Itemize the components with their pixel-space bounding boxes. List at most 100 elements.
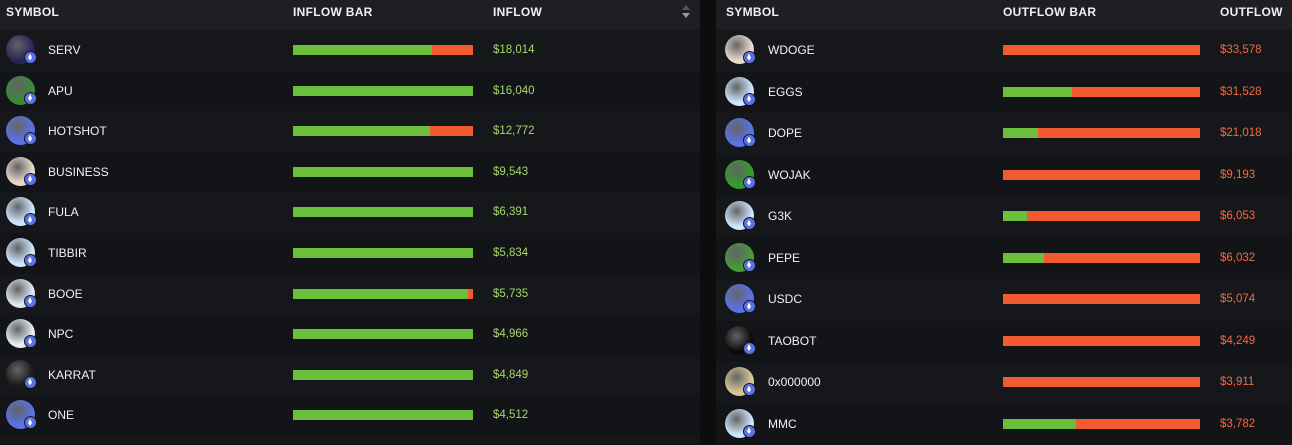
flow-bar-outflow-segment	[1003, 45, 1200, 55]
flow-bar	[1003, 211, 1200, 221]
inflow-value: $16,040	[493, 85, 535, 97]
flow-bar-outflow-segment	[1072, 87, 1200, 97]
table-row[interactable]: SERV$18,014	[0, 30, 700, 71]
flow-bar-inflow-segment	[1003, 211, 1027, 221]
flow-bar-inflow-segment	[293, 86, 473, 96]
table-row[interactable]: MMC$3,782	[716, 404, 1292, 445]
table-row[interactable]: TAOBOT $4,249	[716, 321, 1292, 363]
token-symbol[interactable]: G3K	[768, 209, 792, 223]
token-symbol[interactable]: BOOE	[48, 287, 83, 301]
table-row[interactable]: HOTSHOT $12,772	[0, 111, 700, 152]
flow-bar	[1003, 170, 1200, 180]
token-symbol[interactable]: DOPE	[768, 126, 802, 140]
table-row[interactable]: 0x000000$3,911	[716, 362, 1292, 404]
table-row[interactable]: DOPE$21,018	[716, 113, 1292, 155]
sort-arrows-icon[interactable]	[682, 4, 692, 22]
table-row[interactable]: APU $16,040	[0, 71, 700, 112]
flow-bar-outflow-segment	[430, 126, 473, 136]
token-symbol[interactable]: EGGS	[768, 85, 803, 99]
token-symbol[interactable]: WDOGE	[768, 43, 815, 57]
flow-bar-inflow-segment	[293, 289, 468, 299]
token-symbol[interactable]: KARRAT	[48, 368, 96, 382]
outflow-value: $5,074	[1220, 293, 1255, 305]
flow-bar	[293, 289, 473, 299]
col-symbol-header[interactable]: SYMBOL	[6, 5, 59, 19]
flow-bar-inflow-segment	[293, 207, 473, 217]
token-symbol[interactable]: MMC	[768, 417, 797, 431]
token-symbol[interactable]: PEPE	[768, 251, 800, 265]
table-row[interactable]: BUSINESS$9,543	[0, 152, 700, 193]
token-symbol[interactable]: TIBBIR	[48, 246, 87, 260]
inflow-value: $12,772	[493, 125, 535, 137]
table-row[interactable]: G3K $6,053	[716, 196, 1292, 238]
flow-bar	[1003, 294, 1200, 304]
token-symbol[interactable]: USDC	[768, 292, 802, 306]
token-symbol[interactable]: FULA	[48, 205, 79, 219]
ethereum-chain-badge-icon	[743, 342, 756, 355]
token-symbol[interactable]: 0x000000	[768, 375, 821, 389]
table-row[interactable]: PEPE $6,032	[716, 238, 1292, 280]
table-row[interactable]: USDC $5,074	[716, 279, 1292, 321]
col-outflow-bar-header[interactable]: OUTFLOW BAR	[1003, 5, 1096, 19]
flow-bar-outflow-segment	[1003, 377, 1200, 387]
inflow-rows: SERV$18,014 APU $16,040 HOTSHOT $12,772 BUSIN…	[0, 30, 700, 436]
ethereum-chain-badge-icon	[24, 213, 37, 226]
flow-bar	[1003, 336, 1200, 346]
ethereum-chain-badge-icon	[24, 376, 37, 389]
token-symbol[interactable]: SERV	[48, 43, 80, 57]
ethereum-chain-badge-icon	[24, 416, 37, 429]
col-symbol-header[interactable]: SYMBOL	[726, 5, 779, 19]
flow-bar-inflow-segment	[1003, 87, 1072, 97]
col-inflow-bar-header[interactable]: INFLOW BAR	[293, 5, 373, 19]
token-symbol[interactable]: TAOBOT	[768, 334, 816, 348]
token-symbol[interactable]: APU	[48, 84, 73, 98]
ethereum-chain-badge-icon	[743, 425, 756, 438]
table-row[interactable]: EGGS$31,528	[716, 72, 1292, 114]
flow-bar	[293, 329, 473, 339]
flow-bar	[293, 207, 473, 217]
flow-bar	[293, 45, 473, 55]
flow-bar-inflow-segment	[293, 167, 473, 177]
flow-bar-inflow-segment	[1003, 128, 1038, 138]
flow-bar	[293, 167, 473, 177]
flow-bar-inflow-segment	[293, 45, 432, 55]
outflow-value: $6,032	[1220, 252, 1255, 264]
ethereum-chain-badge-icon	[743, 93, 756, 106]
ethereum-chain-badge-icon	[24, 92, 37, 105]
token-symbol[interactable]: HOTSHOT	[48, 124, 107, 138]
flow-bar-outflow-segment	[1076, 419, 1200, 429]
table-row[interactable]: TIBBIR $5,834	[0, 233, 700, 274]
outflow-value: $6,053	[1220, 210, 1255, 222]
ethereum-chain-badge-icon	[743, 176, 756, 189]
flow-bar-inflow-segment	[293, 410, 473, 420]
flow-bar-outflow-segment	[468, 289, 473, 299]
flow-bar	[1003, 419, 1200, 429]
token-symbol[interactable]: WOJAK	[768, 168, 811, 182]
outflow-value: $33,578	[1220, 44, 1262, 56]
table-row[interactable]: WOJAK$9,193	[716, 155, 1292, 197]
inflow-value: $5,834	[493, 247, 528, 259]
token-symbol[interactable]: ONE	[48, 408, 74, 422]
col-inflow-header[interactable]: INFLOW	[493, 5, 542, 19]
ethereum-chain-badge-icon	[24, 51, 37, 64]
token-symbol[interactable]: BUSINESS	[48, 165, 109, 179]
inflow-table-header: SYMBOL INFLOW BAR INFLOW	[0, 0, 700, 30]
table-row[interactable]: ONE$4,512	[0, 395, 700, 436]
flow-bar	[293, 248, 473, 258]
ethereum-chain-badge-icon	[24, 132, 37, 145]
table-row[interactable]: FULA $6,391	[0, 192, 700, 233]
outflow-rows: WDOGE$33,578EGGS$31,528DOPE$21,018WOJAK$…	[716, 30, 1292, 445]
flow-bar	[1003, 253, 1200, 263]
table-row[interactable]: KARRAT$4,849	[0, 355, 700, 396]
flow-bar-inflow-segment	[293, 370, 473, 380]
flow-bar	[1003, 87, 1200, 97]
outflow-table-header: SYMBOL OUTFLOW BAR OUTFLOW	[716, 0, 1292, 30]
inflow-value: $6,391	[493, 206, 528, 218]
col-outflow-header[interactable]: OUTFLOW	[1220, 5, 1283, 19]
outflow-value: $4,249	[1220, 335, 1255, 347]
flow-bar-outflow-segment	[1003, 336, 1200, 346]
table-row[interactable]: WDOGE $33,578	[716, 30, 1292, 72]
token-symbol[interactable]: NPC	[48, 327, 73, 341]
table-row[interactable]: BOOE$5,735	[0, 274, 700, 315]
table-row[interactable]: NPC$4,966	[0, 314, 700, 355]
